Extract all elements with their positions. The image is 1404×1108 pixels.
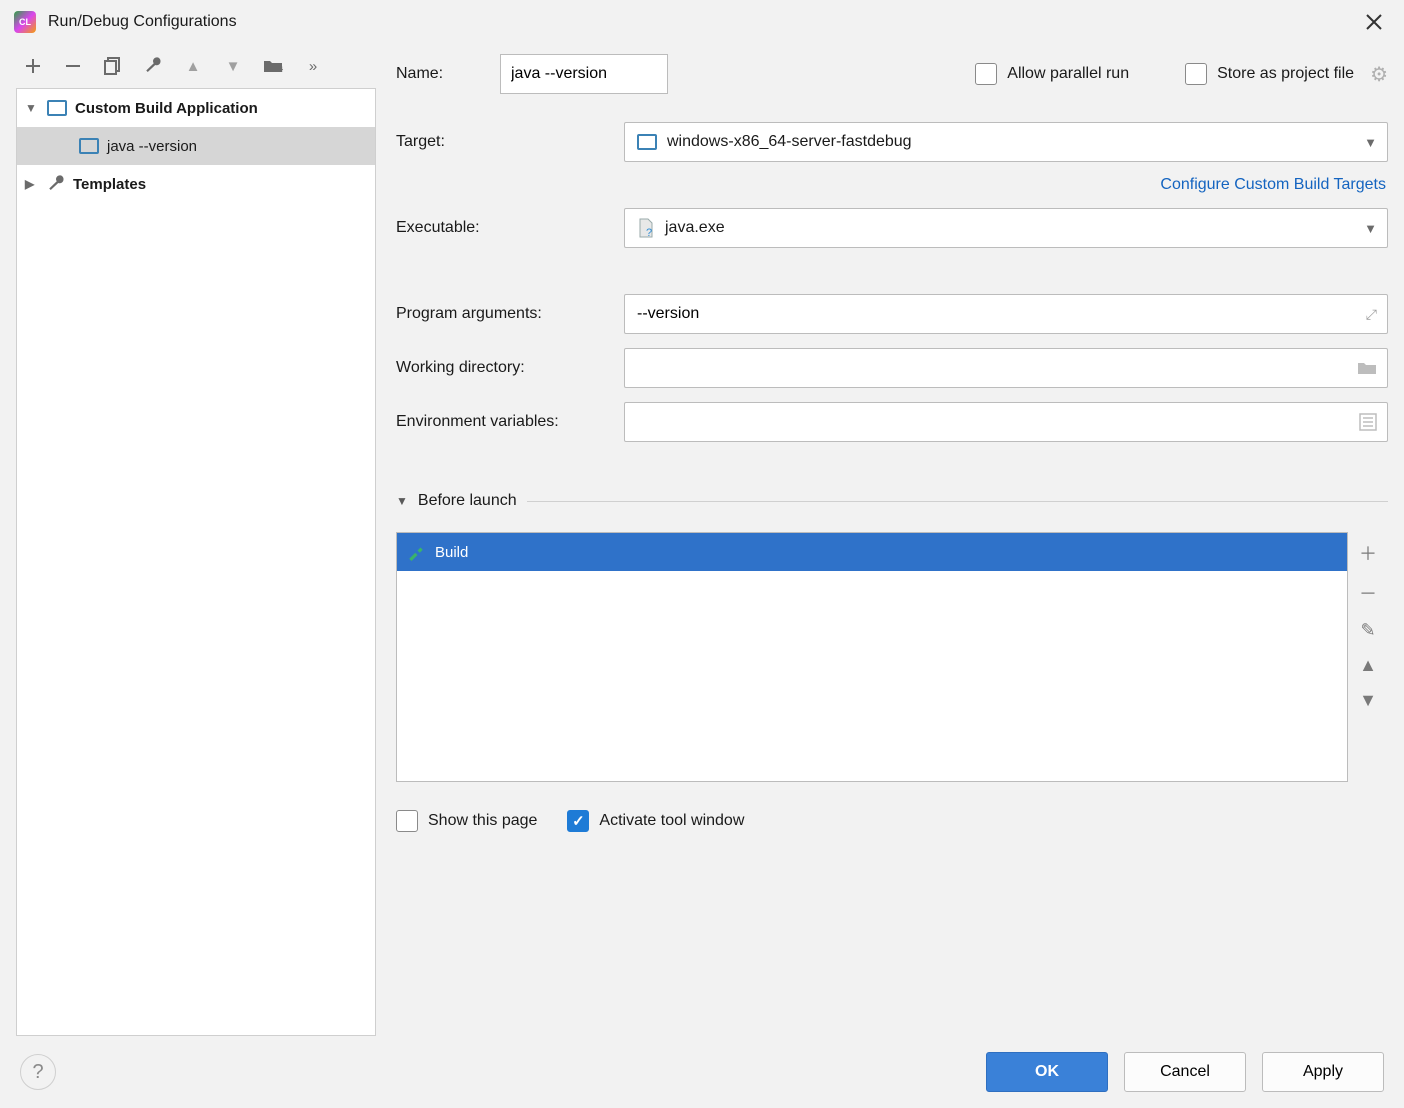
name-label: Name:: [396, 65, 484, 83]
executable-value: java.exe: [665, 219, 725, 237]
svg-text:+: +: [280, 64, 283, 74]
target-label: Target:: [396, 133, 608, 151]
config-toolbar: ▲ ▼ + »: [16, 44, 376, 88]
help-button[interactable]: ?: [20, 1054, 56, 1090]
executable-row: Executable: ? java.exe ▼: [396, 208, 1388, 248]
workdir-input-wrapper[interactable]: [624, 348, 1388, 388]
env-row: Environment variables:: [396, 402, 1388, 442]
activate-window-checkbox[interactable]: Activate tool window: [567, 810, 744, 832]
gear-icon[interactable]: ⚙: [1370, 62, 1388, 87]
remove-icon[interactable]: －: [1359, 580, 1377, 606]
target-value: windows-x86_64-server-fastdebug: [667, 133, 912, 151]
move-up-icon[interactable]: ▲: [1359, 655, 1377, 676]
edit-icon[interactable]: ✎: [1360, 620, 1375, 641]
executable-select[interactable]: ? java.exe ▼: [624, 208, 1388, 248]
svg-text:?: ?: [646, 227, 652, 238]
browse-folder-icon[interactable]: [1357, 360, 1377, 376]
add-icon[interactable]: ＋: [1359, 540, 1377, 566]
config-tree[interactable]: ▼ Custom Build Application java --versio…: [16, 88, 376, 1036]
close-button[interactable]: [1358, 6, 1390, 38]
target-select[interactable]: windows-x86_64-server-fastdebug ▼: [624, 122, 1388, 162]
collapse-icon: ▼: [396, 494, 408, 508]
workdir-label: Working directory:: [396, 359, 608, 377]
allow-parallel-label: Allow parallel run: [1007, 65, 1129, 83]
allow-parallel-checkbox[interactable]: Allow parallel run: [975, 63, 1129, 85]
store-project-checkbox[interactable]: Store as project file: [1185, 63, 1354, 85]
name-input-wrapper[interactable]: [500, 54, 668, 94]
configure-targets-link[interactable]: Configure Custom Build Targets: [1160, 176, 1386, 193]
checkbox-checked-icon: [567, 810, 589, 832]
cancel-button[interactable]: Cancel: [1124, 1052, 1246, 1092]
dialog-body: ▲ ▼ + » ▼ Custom Build Application java …: [0, 44, 1404, 1036]
tree-item-java-version[interactable]: java --version: [17, 127, 375, 165]
window-title: Run/Debug Configurations: [48, 13, 237, 31]
wrench-icon[interactable]: [142, 55, 164, 77]
list-edit-icon[interactable]: [1359, 413, 1377, 431]
before-launch-list[interactable]: Build: [396, 532, 1348, 782]
tree-group-templates[interactable]: ▶ Templates: [17, 165, 375, 203]
move-down-icon: ▼: [222, 55, 244, 77]
before-launch-panel: Build ＋ － ✎ ▲ ▼: [396, 532, 1388, 782]
tree-group-custom-build[interactable]: ▼ Custom Build Application: [17, 89, 375, 127]
copy-icon[interactable]: [102, 55, 124, 77]
env-input[interactable]: [637, 413, 1375, 431]
workdir-input[interactable]: [637, 359, 1375, 377]
apply-button[interactable]: Apply: [1262, 1052, 1384, 1092]
folder-icon[interactable]: +: [262, 55, 284, 77]
args-row: Program arguments: ⤢: [396, 294, 1388, 334]
divider: [527, 501, 1388, 502]
tree-item-label: java --version: [107, 138, 197, 155]
config-icon: [79, 138, 99, 154]
name-row: Name: Allow parallel run Store as projec…: [396, 54, 1388, 94]
left-pane: ▲ ▼ + » ▼ Custom Build Application java …: [16, 44, 376, 1036]
target-icon: [637, 134, 657, 150]
tree-group-label: Custom Build Application: [75, 100, 258, 117]
args-label: Program arguments:: [396, 305, 608, 323]
before-launch-label: Before launch: [418, 492, 517, 510]
move-down-icon[interactable]: ▼: [1359, 690, 1377, 711]
env-input-wrapper[interactable]: [624, 402, 1388, 442]
title-bar: Run/Debug Configurations: [0, 0, 1404, 44]
env-label: Environment variables:: [396, 413, 608, 431]
before-launch-item-label: Build: [435, 544, 468, 561]
add-icon[interactable]: [22, 55, 44, 77]
tree-templates-label: Templates: [73, 176, 146, 193]
expand-icon: ▶: [25, 177, 39, 191]
hammer-icon: [407, 543, 425, 561]
args-input[interactable]: [637, 305, 1375, 323]
before-launch-item-build[interactable]: Build: [397, 533, 1347, 571]
executable-label: Executable:: [396, 219, 608, 237]
store-project-label: Store as project file: [1217, 65, 1354, 83]
checkbox-icon: [396, 810, 418, 832]
bottom-options: Show this page Activate tool window: [396, 810, 1388, 832]
remove-icon[interactable]: [62, 55, 84, 77]
app-icon: [14, 11, 36, 33]
workdir-row: Working directory:: [396, 348, 1388, 388]
show-page-checkbox[interactable]: Show this page: [396, 810, 537, 832]
chevron-down-icon: ▼: [1364, 135, 1377, 150]
file-icon: ?: [637, 218, 655, 238]
activate-window-label: Activate tool window: [599, 812, 744, 830]
overflow-icon[interactable]: »: [302, 55, 324, 77]
config-type-icon: [47, 100, 67, 116]
dialog-footer: ? OK Cancel Apply: [0, 1036, 1404, 1108]
wrench-icon: [47, 175, 65, 193]
args-input-wrapper[interactable]: ⤢: [624, 294, 1388, 334]
before-launch-buttons: ＋ － ✎ ▲ ▼: [1348, 532, 1388, 782]
before-launch-header[interactable]: ▼ Before launch: [396, 492, 1388, 510]
checkbox-icon: [975, 63, 997, 85]
move-up-icon: ▲: [182, 55, 204, 77]
right-pane: Name: Allow parallel run Store as projec…: [396, 44, 1388, 1036]
name-input[interactable]: [511, 65, 718, 83]
configure-link-row: Configure Custom Build Targets: [396, 176, 1388, 194]
show-page-label: Show this page: [428, 812, 537, 830]
target-row: Target: windows-x86_64-server-fastdebug …: [396, 122, 1388, 162]
ok-button[interactable]: OK: [986, 1052, 1108, 1092]
checkbox-icon: [1185, 63, 1207, 85]
expand-icon[interactable]: ⤢: [1366, 306, 1377, 323]
collapse-icon: ▼: [25, 101, 39, 115]
chevron-down-icon: ▼: [1364, 221, 1377, 236]
